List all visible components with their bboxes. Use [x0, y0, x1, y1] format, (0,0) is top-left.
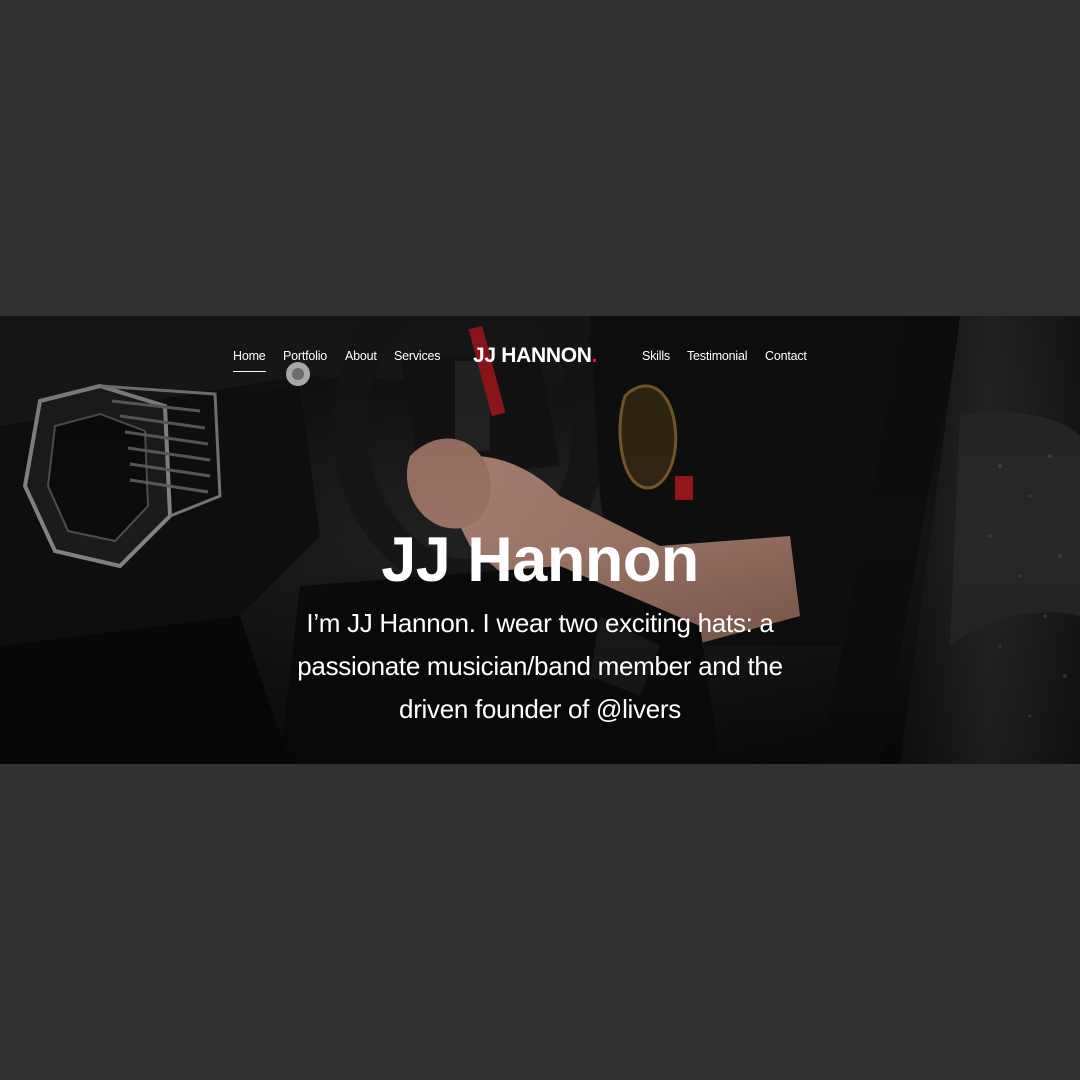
nav-item-contact[interactable]: Contact [765, 349, 807, 363]
site-logo-text: JJ HANNON [473, 344, 592, 367]
nav-item-home[interactable]: Home [233, 349, 266, 372]
hero-subtitle: I’m JJ Hannon. I wear two exciting hats:… [297, 608, 783, 724]
nav-item-about[interactable]: About [345, 349, 377, 363]
nav-item-services[interactable]: Services [394, 349, 441, 363]
hero-section: Home Portfolio About Services JJ HANNON.… [0, 316, 1080, 764]
nav-item-skills[interactable]: Skills [642, 349, 670, 363]
main-navigation: Home Portfolio About Services JJ HANNON.… [0, 344, 1080, 374]
nav-item-testimonial[interactable]: Testimonial [687, 349, 748, 363]
site-logo[interactable]: JJ HANNON. [473, 344, 597, 368]
site-logo-dot: . [591, 344, 598, 367]
page-backdrop: Home Portfolio About Services JJ HANNON.… [0, 0, 1080, 1080]
nav-item-portfolio[interactable]: Portfolio [283, 349, 327, 363]
hero-title: JJ Hannon [381, 525, 699, 596]
